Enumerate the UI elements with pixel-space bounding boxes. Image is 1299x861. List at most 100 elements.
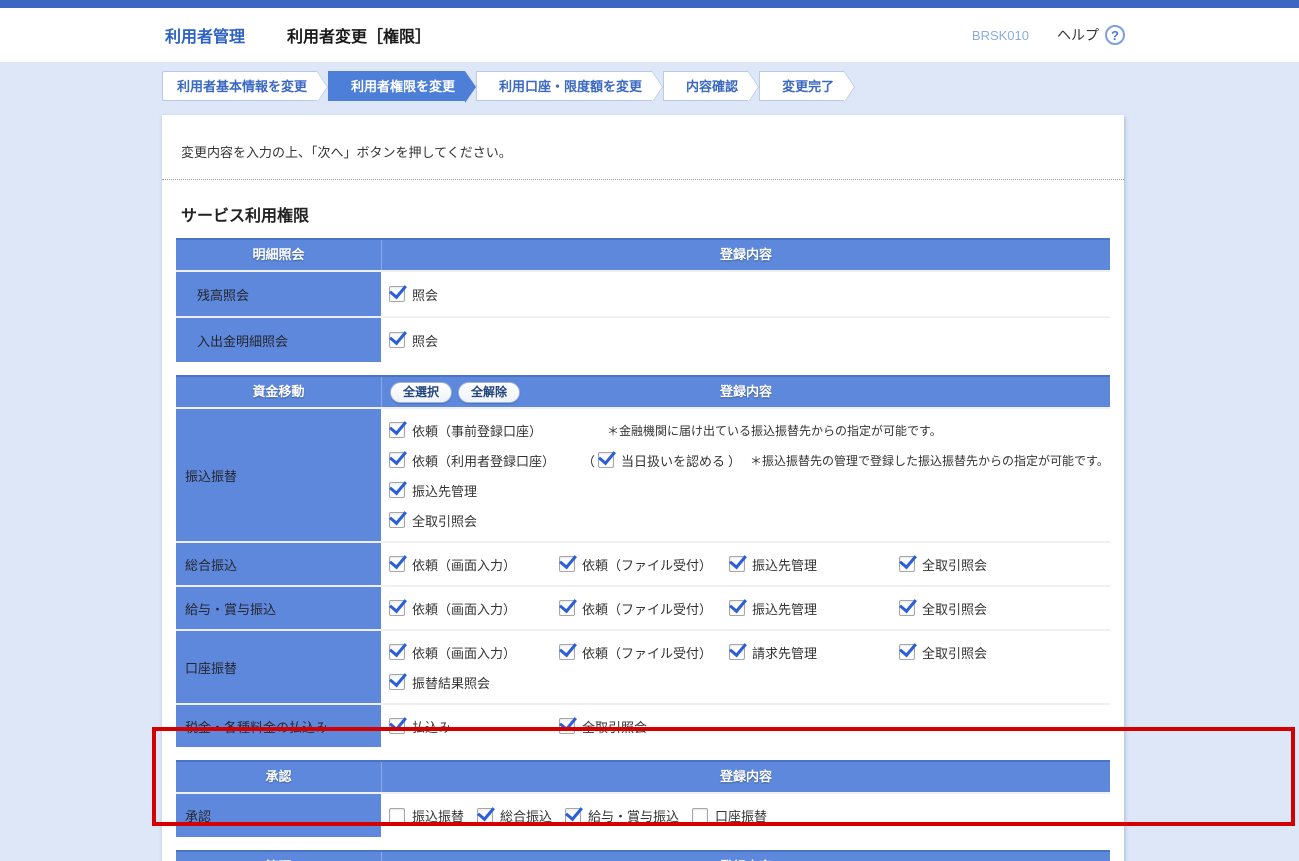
table-row-税金・各種料金の払込み: 税金・各種料金の払込み払込み全取引照会 (176, 703, 1110, 747)
checkbox-item: （当日扱いを認める） (579, 451, 744, 470)
main-card: 変更内容を入力の上、「次へ」ボタンを押してください。 サービス利用権限 明細照会… (162, 115, 1124, 861)
checkbox-item: 全取引照会 (899, 555, 1069, 574)
checkbox-label: 依頼（ファイル受付） (582, 599, 712, 618)
checkbox-label: 口座振替 (715, 806, 767, 825)
checkbox-依頼（利用者登録口座）[interactable] (389, 452, 405, 468)
checkbox-item: 給与・賞与振込 (565, 806, 679, 825)
checkbox-label: 全取引照会 (922, 599, 987, 618)
checkbox-振替結果照会[interactable] (389, 674, 405, 690)
table-row-残高照会: 残高照会照会 (176, 270, 1110, 316)
table-header-kanri: 管理登録内容 (176, 850, 1110, 861)
checkbox-line: 振込振替 総合振込 給与・賞与振込 口座振替 (389, 801, 1110, 831)
header-buttons: 全選択全解除 (390, 382, 520, 403)
checkbox-依頼（ファイル受付）[interactable] (559, 556, 575, 572)
checkbox-総合振込[interactable] (477, 808, 493, 824)
checkbox-label: 全取引照会 (582, 717, 647, 736)
checkbox-item: 全取引照会 (899, 643, 1069, 662)
table-header-content-label: 登録内容 (381, 240, 1110, 270)
checkbox-請求先管理[interactable] (729, 644, 745, 660)
row-content: 照会 (381, 318, 1110, 362)
checkbox-label: 振込先管理 (752, 599, 817, 618)
table-header-label: 明細照会 (176, 240, 381, 270)
checkbox-item: 依頼（ファイル受付） (559, 555, 729, 574)
table-header-label: 資金移動 (176, 377, 381, 407)
row-label: 振込振替 (176, 409, 381, 541)
checkbox-line: 依頼（事前登録口座）＊金融機関に届け出ている振込振替先からの指定が可能です。 (389, 415, 1110, 445)
checkbox-label: 振込先管理 (752, 555, 817, 574)
row-content: 払込み全取引照会 (381, 705, 1110, 747)
checkbox-item: 口座振替 (692, 806, 767, 825)
row-content: 依頼（画面入力） 依頼（ファイル受付） 請求先管理 全取引照会振替結果照会 (381, 631, 1110, 703)
row-content: 依頼（画面入力） 依頼（ファイル受付） 振込先管理 全取引照会 (381, 543, 1110, 585)
paren-open: （ (582, 451, 595, 470)
checkbox-全取引照会[interactable] (899, 644, 915, 660)
checkbox-label: 給与・賞与振込 (588, 806, 679, 825)
row-label: 残高照会 (176, 272, 381, 316)
checkbox-label: 依頼（ファイル受付） (582, 555, 712, 574)
checkbox-label: 依頼（画面入力） (412, 643, 516, 662)
checkbox-line: 振込先管理 (389, 475, 1110, 505)
help-link[interactable]: ヘルプ ? (1057, 25, 1125, 45)
checkbox-label: 依頼（事前登録口座） (412, 421, 542, 440)
checkbox-item: 照会 (389, 331, 559, 350)
step-5: 変更完了 (759, 71, 844, 101)
checkbox-全取引照会[interactable] (899, 556, 915, 572)
row-content: 依頼（事前登録口座）＊金融機関に届け出ている振込振替先からの指定が可能です。依頼… (381, 409, 1110, 541)
checkbox-line: 依頼（画面入力） 依頼（ファイル受付） 請求先管理 全取引照会 (389, 637, 1110, 667)
section-title: サービス利用権限 (181, 202, 1124, 226)
table-header-label: 承認 (176, 762, 381, 792)
checkbox-依頼（ファイル受付）[interactable] (559, 644, 575, 660)
checkbox-label: 依頼（ファイル受付） (582, 643, 712, 662)
checkbox-item: 全取引照会 (389, 511, 477, 530)
checkbox-label: 請求先管理 (752, 643, 817, 662)
checkbox-item: 依頼（利用者登録口座） (389, 451, 579, 470)
table-meisai-shokai: 明細照会登録内容残高照会照会入出金明細照会照会 (176, 238, 1110, 362)
checkbox-item: 照会 (389, 285, 559, 304)
checkbox-label: 依頼（画面入力） (412, 555, 516, 574)
screen-id: BRSK010 (972, 28, 1029, 43)
checkbox-label: 振込振替 (412, 806, 464, 825)
row-label: 承認 (176, 794, 381, 837)
row-label: 入出金明細照会 (176, 318, 381, 362)
app-header: 利用者管理 利用者変更［権限］ BRSK010 ヘルプ ? (0, 8, 1299, 62)
checkbox-照会[interactable] (389, 286, 405, 302)
checkbox-line: 全取引照会 (389, 505, 1110, 535)
checkbox-依頼（ファイル受付）[interactable] (559, 600, 575, 616)
table-row-給与・賞与振込: 給与・賞与振込依頼（画面入力）依頼（ファイル受付）振込先管理全取引照会 (176, 585, 1110, 629)
table-shonin: 承認登録内容承認振込振替総合振込給与・賞与振込口座振替 (176, 760, 1110, 837)
checkbox-当日扱いを認める[interactable] (598, 452, 614, 468)
row-content: 振込振替 総合振込 給与・賞与振込 口座振替 (381, 794, 1110, 837)
checkbox-全取引照会[interactable] (899, 600, 915, 616)
checkbox-給与・賞与振込[interactable] (565, 808, 581, 824)
checkbox-全取引照会[interactable] (559, 718, 575, 734)
checkbox-item: 依頼（画面入力） (389, 599, 559, 618)
checkbox-振込先管理[interactable] (729, 556, 745, 572)
checkbox-label: 当日扱いを認める (621, 451, 725, 470)
checkbox-口座振替[interactable] (692, 808, 708, 824)
checkbox-item: 振込先管理 (729, 555, 899, 574)
select-all-button[interactable]: 全選択 (390, 382, 452, 403)
checkbox-振込先管理[interactable] (389, 482, 405, 498)
checkbox-依頼（画面入力）[interactable] (389, 600, 405, 616)
checkbox-全取引照会[interactable] (389, 512, 405, 528)
table-kanri: 管理登録内容 (176, 850, 1110, 861)
checkbox-label: 総合振込 (500, 806, 552, 825)
table-row-口座振替: 口座振替依頼（画面入力）依頼（ファイル受付）請求先管理全取引照会振替結果照会 (176, 629, 1110, 703)
checkbox-振込先管理[interactable] (729, 600, 745, 616)
checkbox-照会[interactable] (389, 332, 405, 348)
checkbox-依頼（事前登録口座）[interactable] (389, 422, 405, 438)
checkbox-label: 振替結果照会 (412, 673, 490, 692)
help-question-icon[interactable]: ? (1105, 25, 1125, 45)
checkbox-line: 依頼（画面入力） 依頼（ファイル受付） 振込先管理 全取引照会 (389, 549, 1110, 579)
checkbox-振込振替[interactable] (389, 808, 405, 824)
top-accent-bar (0, 0, 1299, 8)
app-title: 利用者管理 (165, 23, 245, 47)
step-4: 内容確認 (663, 71, 748, 101)
step-indicator: 利用者基本情報を変更利用者権限を変更利用口座・限度額を変更内容確認変更完了 (162, 71, 855, 101)
checkbox-依頼（画面入力）[interactable] (389, 556, 405, 572)
checkbox-払込み[interactable] (389, 718, 405, 734)
note-text: ＊振込振替先の管理で登録した振込振替先からの指定が可能です。 (750, 452, 1109, 469)
checkbox-依頼（画面入力）[interactable] (389, 644, 405, 660)
deselect-all-button[interactable]: 全解除 (458, 382, 520, 403)
table-header-content-label: 登録内容 (381, 762, 1110, 792)
